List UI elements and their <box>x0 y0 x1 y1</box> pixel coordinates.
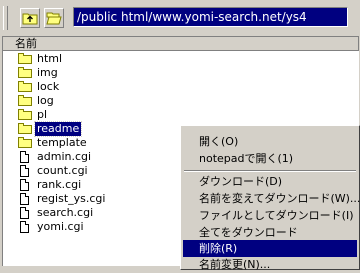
menu-separator <box>184 170 356 172</box>
toolbar-grip[interactable] <box>3 6 8 30</box>
path-field[interactable]: /public html/www.yomi-search.net/ys4 <box>73 7 348 27</box>
item-label: img <box>37 66 58 79</box>
file-icon <box>17 207 33 219</box>
file-icon <box>17 179 33 191</box>
menu-item-download-all[interactable]: 全てをダウンロード <box>183 224 357 241</box>
item-label: rank.cgi <box>37 178 82 191</box>
item-label: admin.cgi <box>37 150 92 163</box>
folder-icon <box>17 137 33 149</box>
item-label: template <box>37 136 87 149</box>
item-label: lock <box>37 80 60 93</box>
up-folder-button[interactable] <box>20 8 40 28</box>
menu-item-download-as-file[interactable]: ファイルとしてダウンロード(I) <box>183 207 357 224</box>
folder-up-icon <box>22 13 38 25</box>
file-icon <box>17 165 33 177</box>
item-label: count.cgi <box>37 164 88 177</box>
folder-icon <box>17 67 33 79</box>
menu-item-download[interactable]: ダウンロード(D) <box>183 173 357 190</box>
menu-item-download-rename[interactable]: 名前を変えてダウンロード(W)... <box>183 190 360 207</box>
item-label: regist_ys.cgi <box>37 192 106 205</box>
menu-item-delete[interactable]: 削除(R) <box>183 240 357 257</box>
file-icon <box>17 221 33 233</box>
folder-icon <box>17 53 33 65</box>
context-menu: 開く(O) notepadで開く(1) ダウンロード(D) 名前を変えてダウンロ… <box>180 125 360 271</box>
file-icon <box>17 193 33 205</box>
menu-item-open-notepad[interactable]: notepadで開く(1) <box>183 150 357 167</box>
item-label: html <box>37 52 63 65</box>
item-label: search.cgi <box>37 206 94 219</box>
item-label: yomi.cgi <box>37 220 84 233</box>
folder-icon <box>17 123 33 135</box>
file-icon <box>17 151 33 163</box>
menu-item-open[interactable]: 開く(O) <box>183 133 357 150</box>
toolbar: /public html/www.yomi-search.net/ys4 <box>0 0 360 34</box>
open-folder-icon <box>46 12 62 25</box>
folder-icon <box>17 81 33 93</box>
folder-icon <box>17 95 33 107</box>
folder-icon <box>17 109 33 121</box>
column-header-name[interactable]: 名前 <box>3 37 359 51</box>
item-label: readme <box>33 121 83 137</box>
open-folder-button[interactable] <box>44 8 64 28</box>
item-label: pl <box>37 108 48 121</box>
item-label: log <box>37 94 54 107</box>
